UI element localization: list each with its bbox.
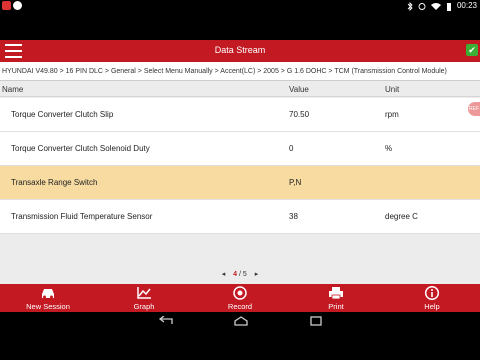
recent-apps-icon[interactable] bbox=[308, 316, 324, 326]
total-pages: / 5 bbox=[239, 271, 247, 278]
table-row-selected[interactable]: Transaxle Range Switch P,N bbox=[0, 166, 480, 200]
data-table: Torque Converter Clutch Slip 70.50 rpm T… bbox=[0, 98, 480, 234]
breadcrumb: HYUNDAI V49.80 > 16 PIN DLC > General > … bbox=[0, 62, 480, 81]
page-title: Data Stream bbox=[214, 45, 266, 55]
data-stream-panel: HYUNDAI V49.80 > 16 PIN DLC > General > … bbox=[0, 62, 480, 284]
info-icon bbox=[424, 286, 440, 300]
table-row[interactable]: Torque Converter Clutch Slip 70.50 rpm bbox=[0, 98, 480, 132]
row-name: Torque Converter Clutch Slip bbox=[11, 110, 114, 119]
app-header: Data Stream ✔ bbox=[0, 40, 480, 62]
table-row[interactable]: Transmission Fluid Temperature Sensor 38… bbox=[0, 200, 480, 234]
record-label: Record bbox=[227, 302, 253, 311]
prev-page-icon[interactable]: ◂ bbox=[222, 271, 226, 278]
current-page: 4 bbox=[233, 271, 238, 278]
notification-icon bbox=[2, 1, 11, 10]
table-header: Name Value Unit bbox=[0, 82, 480, 97]
next-page-icon[interactable]: ▸ bbox=[255, 271, 259, 278]
wifi-icon bbox=[430, 3, 441, 10]
system-nav-bar bbox=[0, 312, 480, 360]
column-value: Value bbox=[289, 85, 309, 94]
pagination: ◂ 4 / 5 ▸ bbox=[0, 270, 480, 278]
new-session-label: New Session bbox=[26, 302, 70, 311]
record-button[interactable]: Record bbox=[192, 284, 288, 312]
table-row[interactable]: Torque Converter Clutch Solenoid Duty 0 … bbox=[0, 132, 480, 166]
graph-icon bbox=[137, 287, 151, 299]
battery-icon bbox=[446, 2, 451, 11]
row-value: P,N bbox=[289, 178, 302, 187]
row-value: 38 bbox=[289, 212, 298, 221]
checkmark-icon[interactable]: ✔ bbox=[466, 44, 478, 56]
row-name: Torque Converter Clutch Solenoid Duty bbox=[11, 144, 150, 153]
row-unit: rpm bbox=[385, 110, 399, 119]
new-session-button[interactable]: New Session bbox=[0, 284, 96, 312]
back-icon[interactable] bbox=[158, 316, 174, 326]
bluetooth-icon bbox=[407, 1, 413, 11]
row-value: 70.50 bbox=[289, 110, 310, 119]
side-panel-handle[interactable]: REF bbox=[468, 102, 480, 116]
graph-button[interactable]: Graph bbox=[96, 284, 192, 312]
print-label: Print bbox=[328, 302, 344, 311]
status-bar: 00:23 bbox=[0, 0, 480, 12]
column-name: Name bbox=[2, 85, 24, 94]
help-button[interactable]: Help bbox=[384, 284, 480, 312]
column-unit: Unit bbox=[385, 85, 400, 94]
row-unit: degree C bbox=[385, 212, 418, 221]
printer-icon bbox=[329, 287, 343, 300]
app-notification-icon bbox=[13, 1, 22, 10]
bottom-toolbar: New Session Graph Record Print Help bbox=[0, 284, 480, 312]
help-label: Help bbox=[424, 302, 440, 311]
print-button[interactable]: Print bbox=[288, 284, 384, 312]
row-name: Transmission Fluid Temperature Sensor bbox=[11, 212, 153, 221]
alarm-icon bbox=[418, 3, 426, 10]
row-name: Transaxle Range Switch bbox=[11, 178, 98, 187]
car-icon bbox=[42, 289, 54, 299]
row-unit: % bbox=[385, 144, 393, 153]
home-icon[interactable] bbox=[233, 316, 249, 326]
clock: 00:23 bbox=[456, 1, 477, 10]
graph-label: Graph bbox=[133, 302, 155, 311]
record-icon bbox=[233, 286, 247, 300]
row-value: 0 bbox=[289, 144, 294, 153]
